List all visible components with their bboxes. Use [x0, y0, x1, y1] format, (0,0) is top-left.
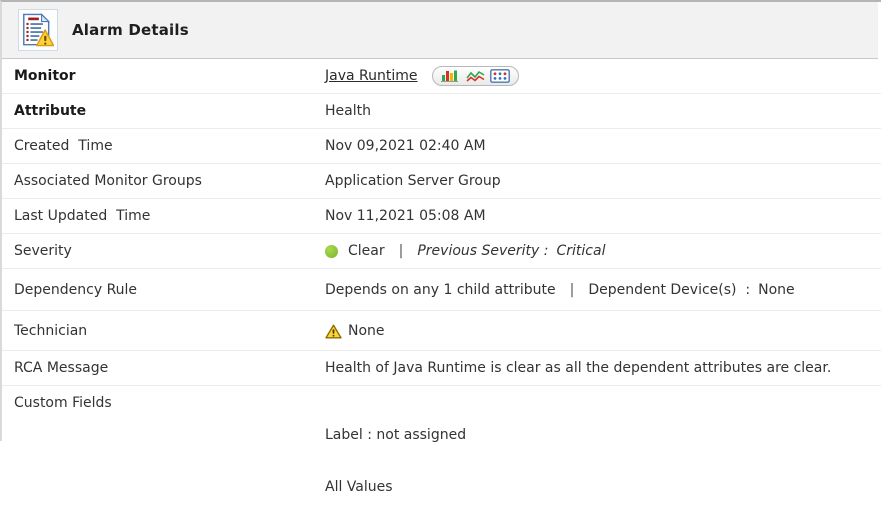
table-row-last-updated-time: Last Updated Time Nov 11,2021 05:08 AM — [2, 199, 881, 234]
dependency-rule-label: Dependency Rule — [2, 282, 325, 298]
monitor-label: Monitor — [2, 68, 325, 84]
associated-monitor-groups-value: Application Server Group — [325, 173, 881, 189]
dependent-devices-label: Dependent Device(s) : — [588, 282, 750, 298]
custom-fields-all-values: All Values — [325, 477, 881, 497]
line-chart-icon[interactable] — [466, 69, 485, 83]
custom-fields-label-value: Label : not assigned — [325, 425, 881, 445]
monitor-link[interactable]: Java Runtime — [325, 68, 424, 84]
created-time-value: Nov 09,2021 02:40 AM — [325, 138, 881, 154]
previous-severity-label: Previous Severity : — [417, 243, 548, 259]
panel-title: Alarm Details — [72, 21, 189, 39]
table-row-monitor: Monitor Java Runtime — [2, 59, 881, 94]
custom-fields-label: Custom Fields — [2, 393, 325, 411]
alarm-details-panel: Alarm Details Monitor Java Runtime — [0, 0, 881, 441]
table-row-severity: Severity Clear | Previous Severity : Cri… — [2, 234, 881, 269]
alarm-report-icon — [18, 9, 58, 51]
previous-severity-value: Critical — [557, 243, 606, 259]
technician-label: Technician — [2, 323, 325, 339]
attribute-value: Health — [325, 103, 881, 119]
table-row-dependency-rule: Dependency Rule Depends on any 1 child a… — [2, 269, 881, 311]
table-row-custom-fields: Custom Fields Label : not assigned All V… — [2, 386, 881, 529]
rca-message-label: RCA Message — [2, 360, 325, 376]
warning-triangle-icon — [325, 324, 342, 339]
severity-label: Severity — [2, 243, 325, 259]
dependency-separator: | — [570, 282, 575, 298]
table-row-rca-message: RCA Message Health of Java Runtime is cl… — [2, 351, 881, 386]
monitor-actions-pill — [432, 66, 519, 86]
table-row-associated-monitor-groups: Associated Monitor Groups Application Se… — [2, 164, 881, 199]
dependency-rule-text: Depends on any 1 child attribute — [325, 282, 556, 298]
technician-value: None — [348, 323, 385, 339]
table-row-attribute: Attribute Health — [2, 94, 881, 129]
bar-chart-icon[interactable] — [441, 69, 461, 83]
table-row-technician: Technician None — [2, 311, 881, 351]
attribute-label: Attribute — [2, 103, 325, 119]
panel-header: Alarm Details — [2, 2, 878, 59]
severity-clear-dot-icon — [325, 245, 338, 258]
last-updated-time-label: Last Updated Time — [2, 208, 325, 224]
last-updated-time-value: Nov 11,2021 05:08 AM — [325, 208, 881, 224]
created-time-label: Created Time — [2, 138, 325, 154]
associated-monitor-groups-label: Associated Monitor Groups — [2, 173, 325, 189]
table-icon[interactable] — [490, 69, 510, 83]
dependent-devices-value: None — [758, 282, 795, 298]
severity-status: Clear — [348, 243, 385, 259]
table-row-created-time: Created Time Nov 09,2021 02:40 AM — [2, 129, 881, 164]
rca-message-value: Health of Java Runtime is clear as all t… — [325, 360, 881, 376]
severity-separator: | — [399, 243, 404, 259]
